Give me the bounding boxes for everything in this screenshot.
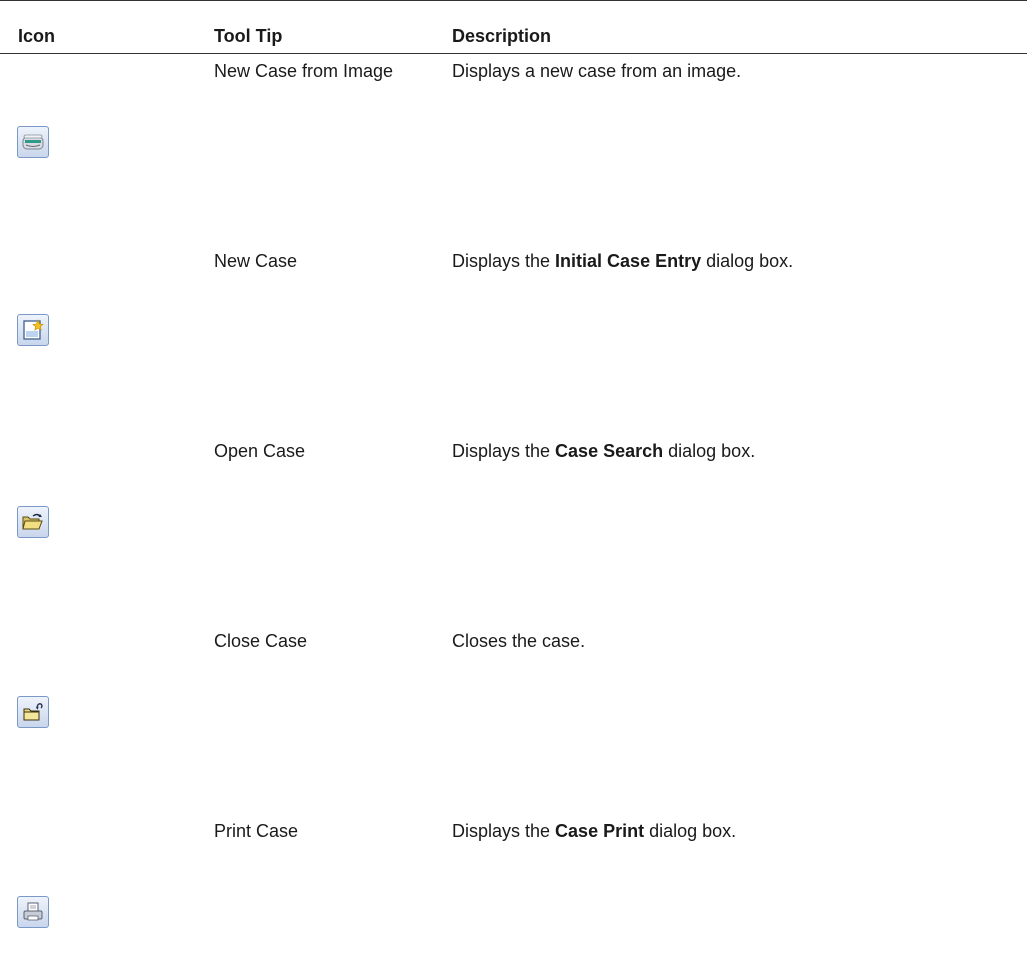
open-folder-icon[interactable] [17, 506, 49, 538]
close-folder-icon[interactable] [17, 696, 49, 728]
table-row: New Case from Image Displays a new case … [0, 54, 1027, 244]
row-tooltip: Close Case [214, 631, 308, 651]
toolbar-icon-table: Icon Tool Tip Description New Case from … [0, 0, 1027, 954]
row-tooltip: New Case from Image [214, 61, 394, 81]
table-row: Print Case Displays the Case Print dialo… [0, 814, 1027, 954]
row-description: Displays the Case Search dialog box. [452, 441, 756, 461]
row-description: Closes the case. [452, 631, 586, 651]
row-description: Displays a new case from an image. [452, 61, 742, 81]
table-row: Open Case Displays the Case Search dialo… [0, 434, 1027, 624]
row-description: Displays the Initial Case Entry dialog b… [452, 251, 794, 271]
table-row: Close Case Closes the case. [0, 624, 1027, 814]
row-tooltip: New Case [214, 251, 298, 271]
new-document-icon[interactable] [17, 314, 49, 346]
scanner-icon[interactable] [17, 126, 49, 158]
row-tooltip: Print Case [214, 821, 299, 841]
header-icon: Icon [18, 26, 56, 46]
row-description: Displays the Case Print dialog box. [452, 821, 737, 841]
header-tooltip: Tool Tip [214, 26, 283, 46]
table-row: New Case Displays the Initial Case Entry… [0, 244, 1027, 434]
header-description: Description [452, 26, 552, 46]
printer-icon[interactable] [17, 896, 49, 928]
table-header: Icon Tool Tip Description [0, 1, 1027, 54]
row-tooltip: Open Case [214, 441, 306, 461]
